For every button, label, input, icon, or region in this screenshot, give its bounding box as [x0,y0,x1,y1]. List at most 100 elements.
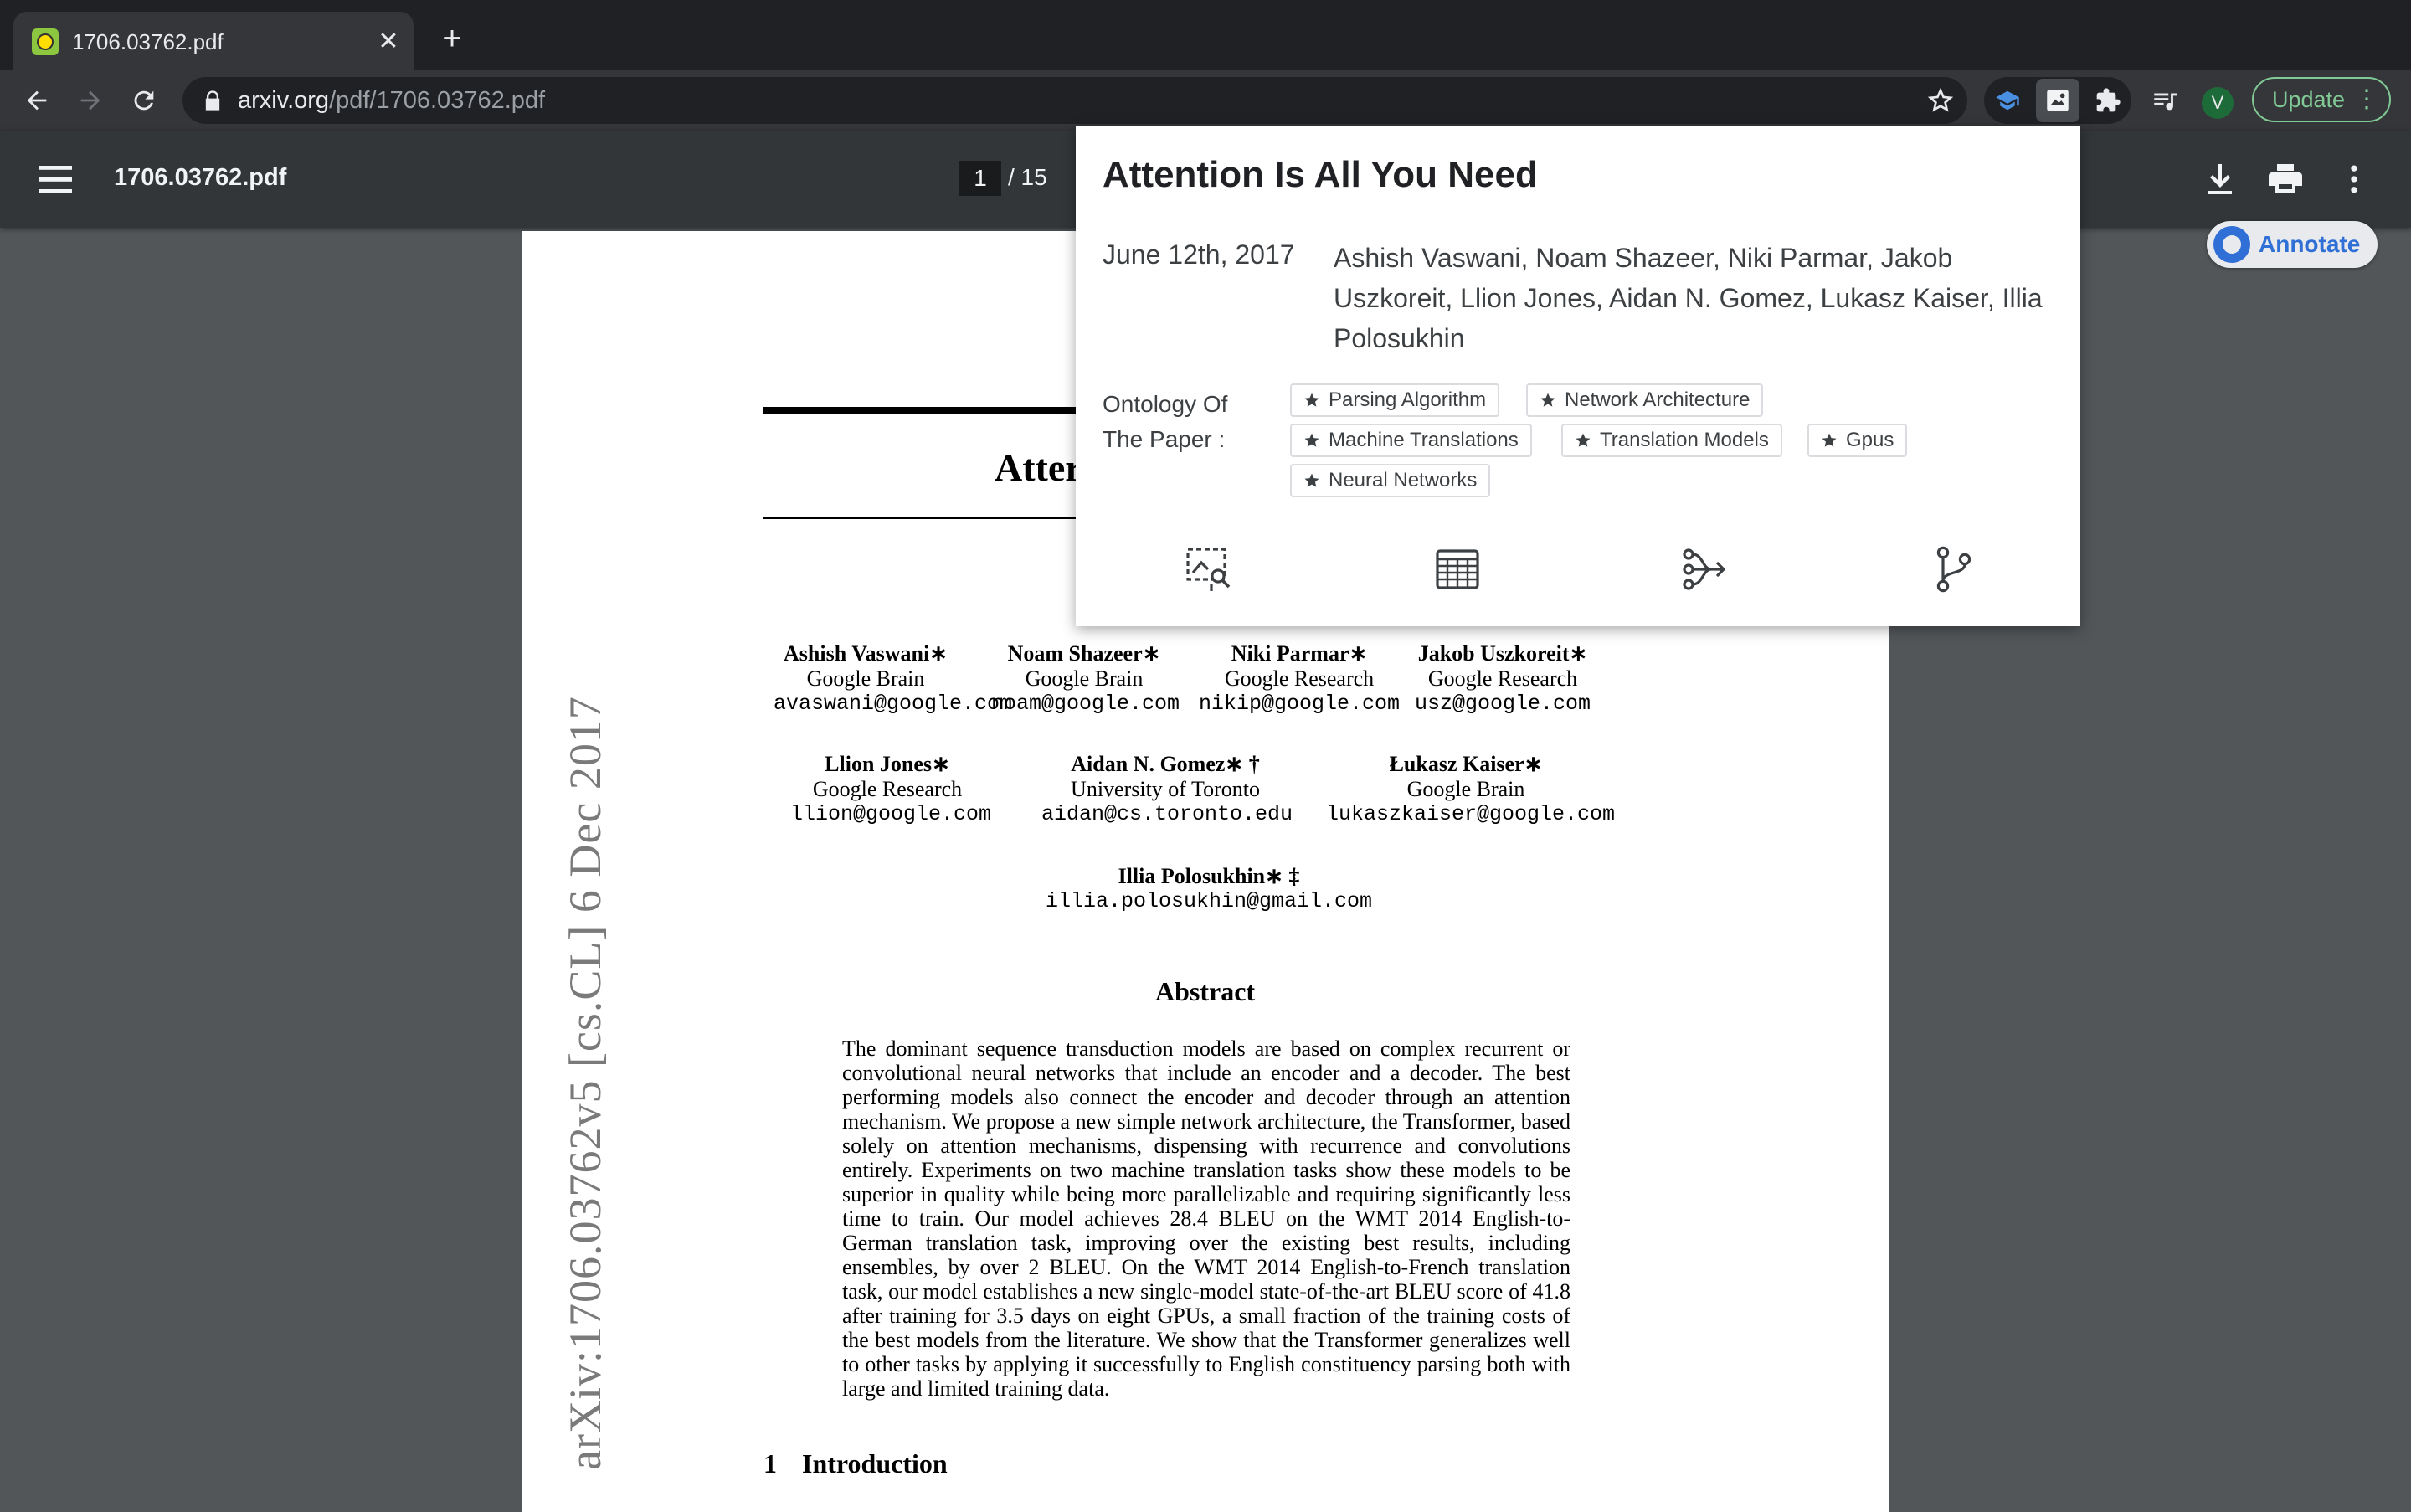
author-block: Ashish Vaswani∗ Google Brain avaswani@go… [774,641,1012,717]
paper-title-fragment: Atter [995,446,1082,489]
section-title: Introduction [802,1448,948,1479]
abstract-heading: Abstract [1155,976,1256,1006]
author-block: Aidan N. Gomez∗ † University of Toronto … [1041,752,1293,827]
author-affiliation: Google Research [1224,666,1375,691]
reload-icon [134,90,154,111]
close-tab-icon[interactable]: ✕ [372,25,405,59]
figure-search-icon[interactable] [1185,544,1235,594]
download-icon[interactable] [2200,159,2240,199]
url-text[interactable]: arxiv.org/pdf/1706.03762.pdf [238,87,545,114]
tag-label: Network Architecture [1565,388,1750,411]
author-affiliation: Google Brain [1025,666,1144,691]
graduation-cap-icon [1996,90,2019,111]
extensions-group [1984,77,2131,124]
author-block: Jakob Uszkoreit∗ Google Research usz@goo… [1415,641,1591,717]
profile-avatar[interactable]: V [2202,87,2234,119]
author-affiliation: Google Research [812,777,963,801]
branch-icon[interactable] [1928,544,1978,594]
tab-title: 1706.03762.pdf [72,29,224,54]
ontology-tag[interactable]: Machine Translations [1290,424,1532,457]
tag-label: Neural Networks [1329,469,1478,491]
media-controls-button[interactable] [2143,79,2187,122]
extension-active-button[interactable] [2036,79,2079,122]
author-name: Aidan N. Gomez∗ † [1071,752,1260,776]
author-block: Niki Parmar∗ Google Research nikip@googl… [1199,641,1400,717]
author-name: Jakob Uszkoreit∗ [1417,641,1588,666]
pdf-file-title: 1706.03762.pdf [114,164,287,191]
author-email[interactable]: lukaszkaiser@google.com [1326,802,1615,827]
tag-label: Translation Models [1600,429,1769,451]
author-email[interactable]: noam@google.com [991,692,1180,717]
address-bar[interactable]: arxiv.org/pdf/1706.03762.pdf [182,77,1967,124]
star-icon [1304,473,1319,487]
author-email[interactable]: llion@google.com [790,802,991,827]
hamburger-menu-icon[interactable] [35,161,75,198]
author-email[interactable]: usz@google.com [1415,692,1591,717]
table-icon[interactable] [1432,544,1483,594]
author-name: Łukasz Kaiser∗ [1389,752,1543,776]
ontology-tag[interactable]: Neural Networks [1290,464,1491,497]
ontology-label: Ontology Of The Paper : [1103,391,1228,452]
forward-button[interactable] [69,79,112,122]
ontology-tag[interactable]: Gpus [1807,424,1908,457]
lock-icon[interactable] [201,89,224,112]
annotate-label: Annotate [2259,231,2361,257]
author-block: Łukasz Kaiser∗ Google Brain lukaszkaiser… [1326,752,1615,827]
star-icon [1540,393,1555,407]
favicon-icon [32,28,59,55]
section-number: 1 [763,1448,777,1479]
flow-icon[interactable] [1680,544,1730,594]
star-icon [1822,433,1837,447]
tag-label: Gpus [1846,429,1894,451]
author-block: Illia Polosukhin∗ ‡ illia.polosukhin@gma… [1025,864,1393,914]
star-icon [1576,433,1591,447]
author-name: Noam Shazeer∗ [1007,641,1161,666]
puzzle-paper-icon [2047,90,2069,111]
url-host: arxiv.org [238,87,330,114]
browser-toolbar: arxiv.org/pdf/1706.03762.pdf V Update ⋮ [0,70,2411,131]
author-block: Llion Jones∗ Google Research llion@googl… [790,752,991,827]
more-vertical-icon[interactable] [2336,159,2372,199]
tag-label: Machine Translations [1329,429,1519,451]
print-icon[interactable] [2265,159,2306,199]
section-heading-introduction: 1 Introduction [763,1448,948,1479]
popup-date: June 12th, 2017 [1103,239,1295,270]
author-email[interactable]: nikip@google.com [1199,692,1400,717]
author-name: Ashish Vaswani∗ [784,641,948,666]
star-icon [1304,433,1319,447]
puzzle-icon [2096,88,2121,112]
author-email[interactable]: aidan@cs.toronto.edu [1041,802,1293,827]
reload-button[interactable] [122,79,166,122]
author-email[interactable]: avaswani@google.com [774,692,1012,717]
bookmark-star-icon[interactable] [1927,87,1954,114]
page-total: / 15 [1008,164,1047,190]
abstract-text: The dominant sequence transduction model… [842,1036,1570,1401]
popup-authors: Ashish Vaswani, Noam Shazeer, Niki Parma… [1334,243,2043,353]
author-affiliation: University of Toronto [1071,777,1260,801]
back-button[interactable] [15,79,59,122]
arxiv-stamp: arXiv:1706.03762v5 [cs.CL] 6 Dec 2017 [560,696,610,1470]
author-name: Illia Polosukhin∗ ‡ [1118,864,1300,888]
author-email[interactable]: illia.polosukhin@gmail.com [1025,889,1393,914]
annotate-logo-icon [2213,226,2250,263]
extensions-menu-button[interactable] [2086,79,2130,122]
page-number-input[interactable]: 1 [959,161,1001,196]
author-affiliation: Google Research [1427,666,1578,691]
author-affiliation: Google Brain [1406,777,1525,801]
star-icon [1304,393,1319,407]
forward-arrow-icon [80,90,100,111]
ontology-tag[interactable]: Network Architecture [1526,383,1764,417]
active-tab[interactable]: 1706.03762.pdf ✕ [13,12,414,70]
author-block: Noam Shazeer∗ Google Brain noam@google.c… [991,641,1180,717]
extension-scholar-button[interactable] [1986,79,2029,122]
popup-paper-title: Attention Is All You Need [1103,154,1538,195]
tab-strip: 1706.03762.pdf ✕ + [0,0,2411,70]
ontology-tag[interactable]: Translation Models [1561,424,1782,457]
annotate-button[interactable]: Annotate [2207,221,2378,268]
new-tab-button[interactable]: + [435,22,469,57]
update-button[interactable]: Update ⋮ [2252,77,2391,122]
ontology-tag[interactable]: Parsing Algorithm [1290,383,1500,417]
paper-info-popup: Attention Is All You Need June 12th, 201… [1076,126,2080,626]
author-affiliation: Google Brain [806,666,925,691]
update-label: Update [2272,87,2346,112]
